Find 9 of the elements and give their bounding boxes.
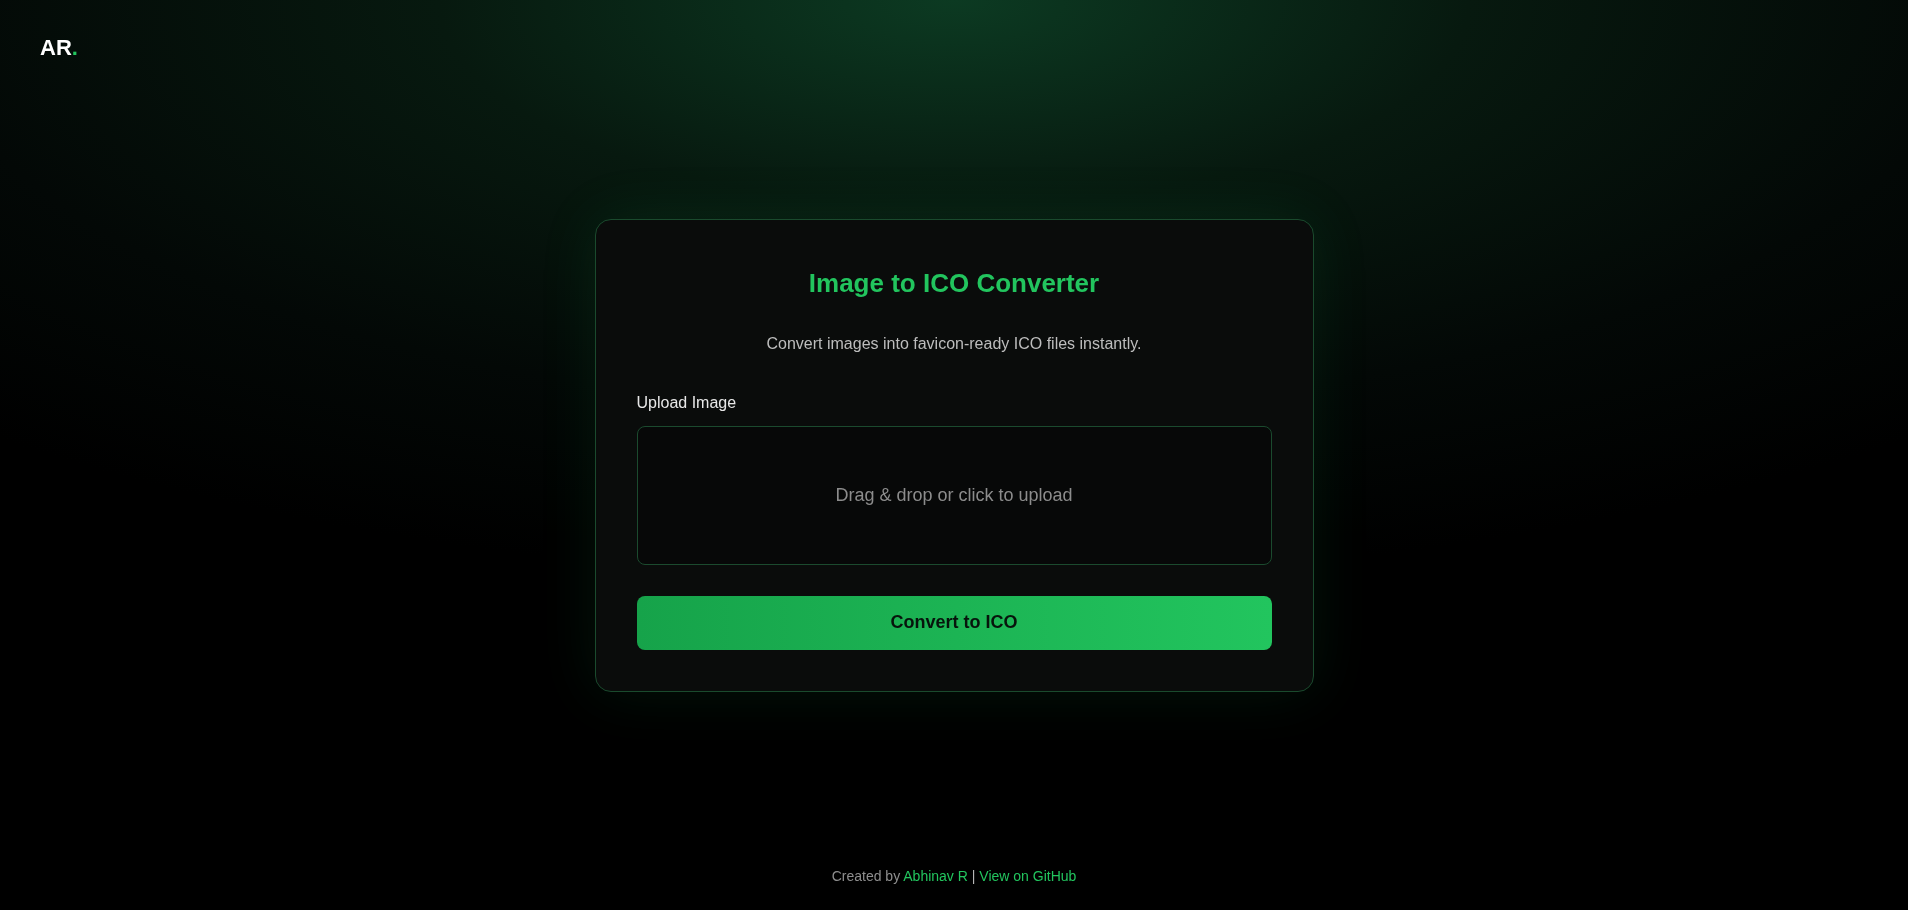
upload-dropzone[interactable]: Drag & drop or click to upload — [636, 425, 1272, 565]
author-link[interactable]: Abhinav R — [903, 868, 968, 884]
logo: AR. — [40, 34, 78, 62]
github-link[interactable]: View on GitHub — [979, 868, 1077, 884]
footer-credit: Created by Abhinav R | View on GitHub — [831, 867, 1077, 886]
card-subtitle: Convert images into favicon-ready ICO files instantly. — [765, 333, 1143, 354]
convert-button[interactable]: Convert to ICO — [636, 595, 1272, 650]
upload-label: Upload Image — [636, 392, 737, 413]
card-title: Image to ICO Converter — [807, 266, 1101, 300]
